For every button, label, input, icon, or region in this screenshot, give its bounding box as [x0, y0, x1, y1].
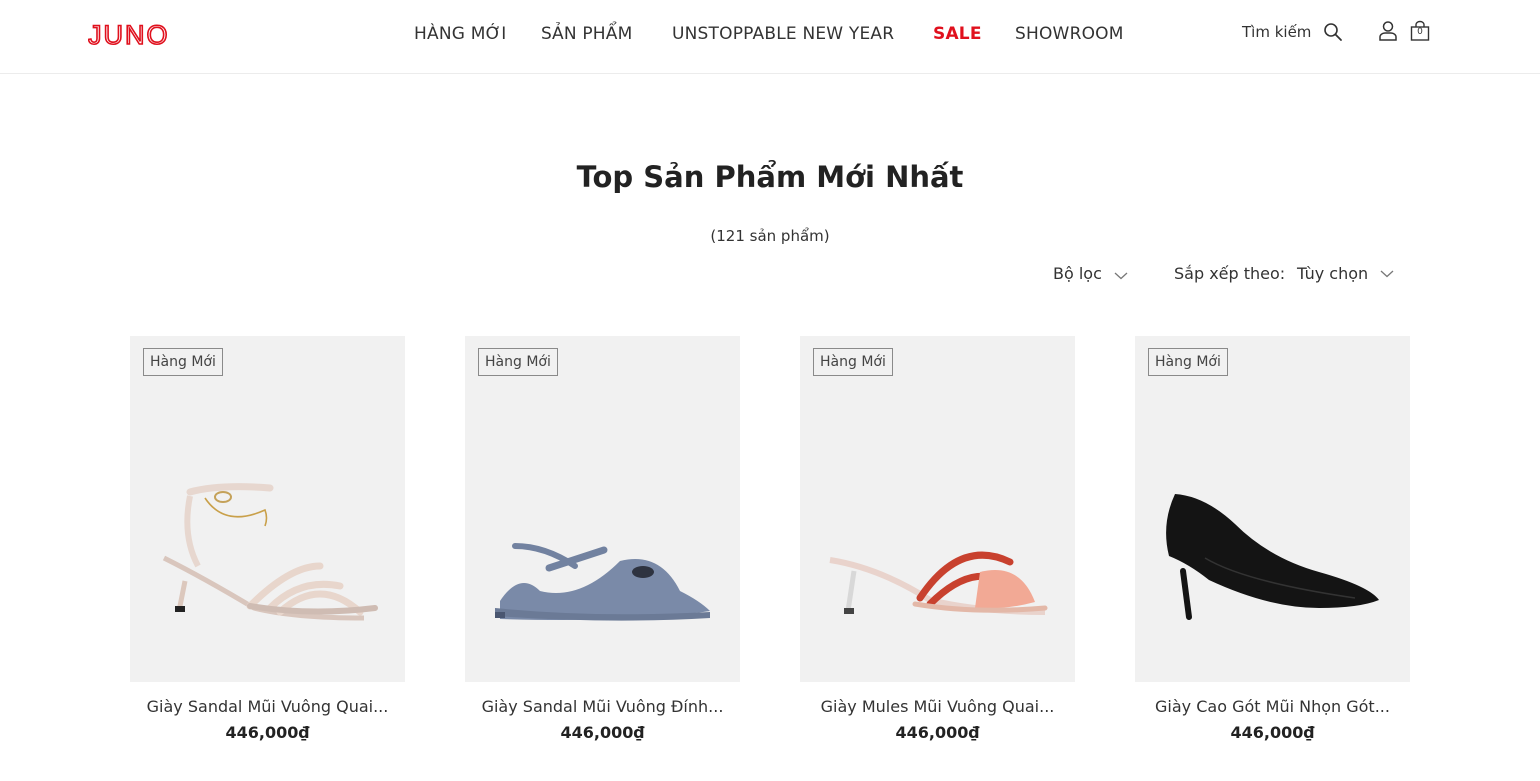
page-title: Top Sản Phẩm Mới Nhất: [576, 160, 964, 194]
new-badge: Hàng Mới: [813, 348, 893, 376]
sort-value: Tùy chọn: [1297, 264, 1369, 283]
product-image[interactable]: Hàng Mới: [465, 336, 740, 682]
new-badge: Hàng Mới: [1148, 348, 1228, 376]
search-label[interactable]: Tìm kiếm: [1242, 23, 1311, 41]
product-price: 446,000₫: [1230, 723, 1315, 742]
filter-label: Bộ lọc: [1053, 264, 1102, 283]
product-price: 446,000₫: [560, 723, 645, 742]
chevron-down-icon[interactable]: [1114, 272, 1128, 280]
product-name[interactable]: Giày Mules Mũi Vuông Quai...: [800, 697, 1075, 716]
search-icon[interactable]: [1323, 22, 1343, 42]
nav-unstoppable-new-year[interactable]: UNSTOPPABLE NEW YEAR: [672, 24, 894, 44]
cart-count: 0: [1417, 27, 1423, 37]
sandal-image: [495, 543, 710, 621]
sandal-image: [162, 483, 378, 621]
sort-label: Sắp xếp theo:: [1174, 264, 1286, 283]
user-icon[interactable]: [1378, 20, 1398, 42]
nav-sale[interactable]: SALE: [933, 24, 982, 44]
chevron-down-icon[interactable]: [1380, 270, 1394, 278]
product-image[interactable]: Hàng Mới: [130, 336, 405, 682]
nav-hang-moi[interactable]: HÀNG MỚI: [414, 24, 507, 44]
product-image[interactable]: Hàng Mới: [800, 336, 1075, 682]
heel-image: [1166, 494, 1379, 620]
product-price: 446,000₫: [225, 723, 310, 742]
nav-showroom[interactable]: SHOWROOM: [1015, 24, 1124, 44]
product-price: 446,000₫: [895, 723, 980, 742]
product-count: (121 sản phẩm): [710, 227, 830, 245]
product-name[interactable]: Giày Sandal Mũi Vuông Đính...: [465, 697, 740, 716]
nav-san-pham[interactable]: SẢN PHẨM: [541, 24, 632, 44]
product-name[interactable]: Giày Cao Gót Mũi Nhọn Gót...: [1135, 697, 1410, 716]
product-image[interactable]: Hàng Mới: [1135, 336, 1410, 682]
mules-image: [829, 551, 1048, 615]
product-name[interactable]: Giày Sandal Mũi Vuông Quai...: [130, 697, 405, 716]
sort-select[interactable]: Tùy chọn: [1297, 264, 1368, 283]
filter-dropdown[interactable]: Bộ lọc: [1053, 264, 1102, 283]
site-header: JUNO HÀNG MỚI SẢN PHẨM UNSTOPPABLE NEW Y…: [0, 0, 1540, 74]
new-badge: Hàng Mới: [478, 348, 558, 376]
new-badge: Hàng Mới: [143, 348, 223, 376]
